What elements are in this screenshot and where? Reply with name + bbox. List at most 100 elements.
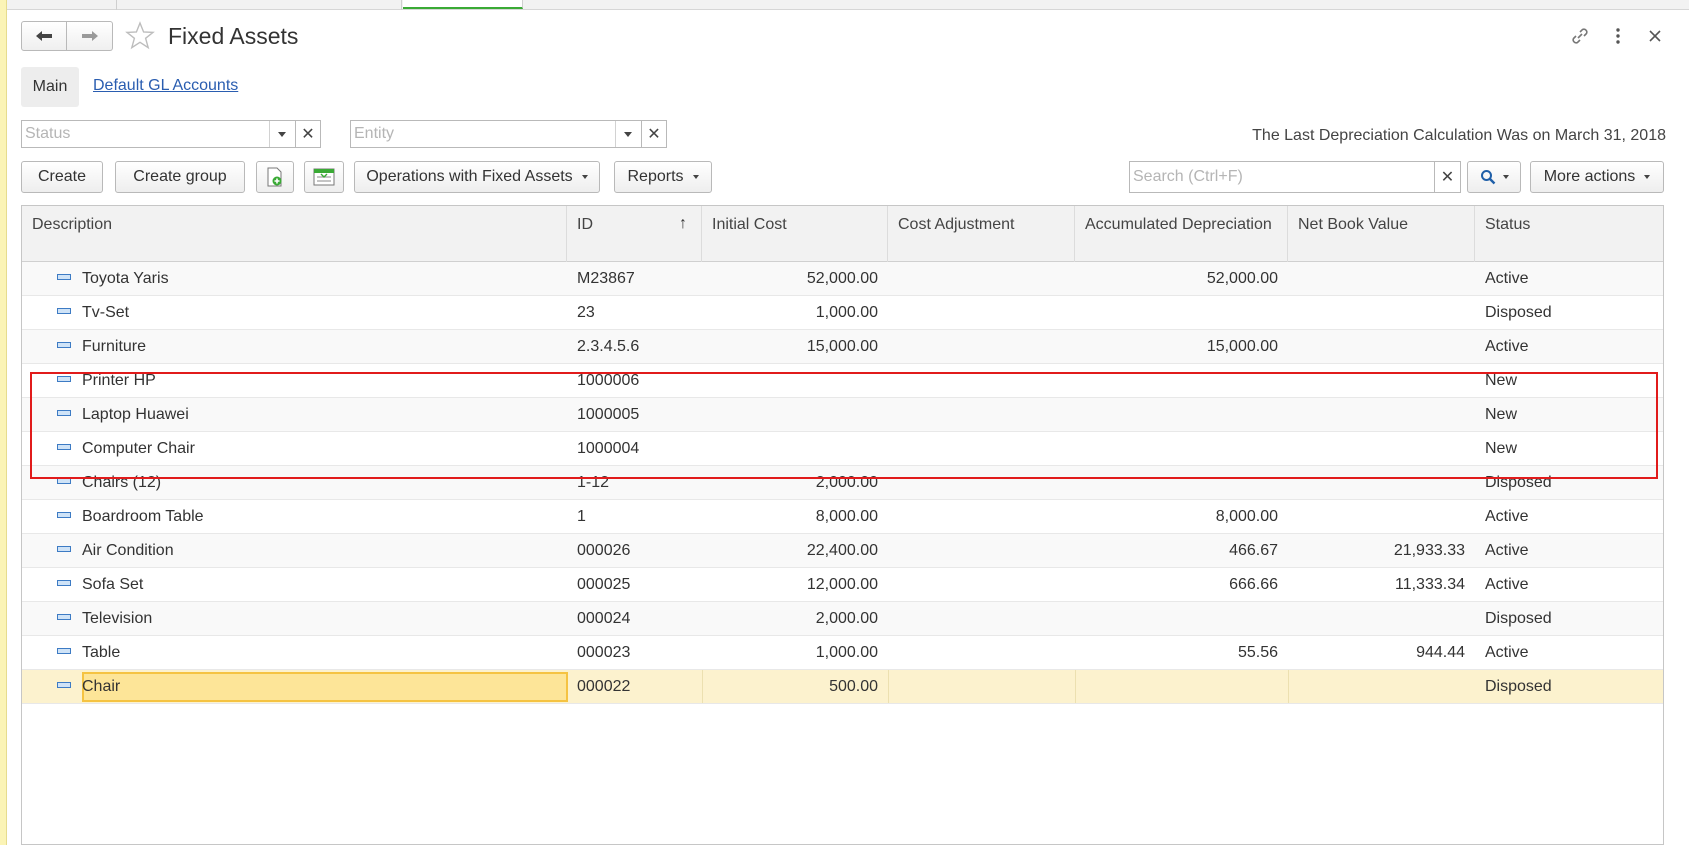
column-header-status[interactable]: Status (1475, 206, 1663, 262)
column-header-cost-adjustment[interactable]: Cost Adjustment (888, 206, 1075, 262)
cell-net-book-value (1288, 602, 1475, 635)
cell-net-book-value (1288, 670, 1475, 703)
cell-description: Air Condition (82, 542, 174, 559)
search-field[interactable]: ✕ (1129, 161, 1461, 193)
column-header-id-label: ID (577, 216, 593, 233)
forward-button[interactable] (67, 21, 113, 51)
row-item-icon (57, 648, 71, 654)
create-button[interactable]: Create (21, 161, 103, 193)
status-input[interactable] (22, 121, 262, 147)
cell-cost-adjustment (888, 398, 1075, 431)
cell-accumulated-depreciation: 15,000.00 (1206, 338, 1278, 355)
cell-description: Chairs (12) (82, 474, 162, 491)
link-button[interactable] (1568, 24, 1592, 48)
status-clear-button[interactable]: ✕ (295, 121, 320, 147)
cell-initial-cost: 2,000.00 (815, 474, 878, 491)
more-actions-label: More actions (1543, 168, 1636, 185)
table-row[interactable]: Table 000023 1,000.00 55.56 944.44 Active (22, 636, 1663, 670)
tab-main[interactable]: Main (21, 67, 79, 107)
clear-icon: ✕ (647, 126, 661, 143)
cell-accumulated-depreciation: 666.66 (1229, 576, 1278, 593)
cell-accumulated-depreciation: 466.67 (1229, 542, 1278, 559)
cell-description: Boardroom Table (82, 508, 204, 525)
cell-initial-cost: 1,000.00 (815, 644, 878, 661)
cell-net-book-value (1288, 500, 1475, 533)
form-list-icon (313, 168, 335, 186)
back-button[interactable] (21, 21, 67, 51)
entity-filter-field[interactable]: ✕ (350, 120, 667, 148)
create-with-copy-button[interactable] (256, 161, 294, 193)
cell-description: Sofa Set (82, 576, 144, 593)
more-actions-button[interactable]: More actions (1530, 161, 1664, 193)
table-header: Description ID ↑ Initial Cost Cost Adjus… (22, 206, 1663, 262)
cell-net-book-value (1288, 262, 1475, 295)
cell-cost-adjustment (888, 670, 1075, 703)
tab-default-gl-accounts[interactable]: Default GL Accounts (93, 77, 238, 95)
table-row[interactable]: Laptop Huawei 1000005 New (22, 398, 1663, 432)
window-tab[interactable] (117, 0, 402, 10)
create-group-button[interactable]: Create group (115, 161, 245, 193)
table-row[interactable]: Sofa Set 000025 12,000.00 666.66 11,333.34 Ac… (22, 568, 1663, 602)
window-tab[interactable] (7, 0, 117, 10)
search-options-button[interactable] (1467, 161, 1521, 193)
cell-net-book-value (1288, 432, 1475, 465)
row-item-icon (57, 274, 71, 280)
cell-id: 1 (577, 508, 586, 525)
link-icon (1572, 28, 1588, 44)
table-row[interactable]: Printer HP 1000006 New (22, 364, 1663, 398)
status-filter-field[interactable]: ✕ (21, 120, 321, 148)
table-row-selected[interactable]: Chair 000022 500.00 Disposed (22, 670, 1663, 704)
table-row[interactable]: Furniture 2.3.4.5.6 15,000.00 15,000.00 Acti… (22, 330, 1663, 364)
table-row[interactable]: Tv-Set 23 1,000.00 Disposed (22, 296, 1663, 330)
cell-status: Active (1485, 542, 1529, 559)
cell-accumulated-depreciation: 55.56 (1237, 644, 1278, 661)
search-input[interactable] (1130, 162, 1430, 192)
cell-id: 2.3.4.5.6 (577, 338, 640, 355)
table-row[interactable]: Computer Chair 1000004 New (22, 432, 1663, 466)
column-header-initial-cost[interactable]: Initial Cost (702, 206, 888, 262)
column-header-net-book-value[interactable]: Net Book Value (1288, 206, 1475, 262)
column-header-id[interactable]: ID ↑ (567, 206, 702, 262)
form-list-button[interactable] (304, 161, 344, 193)
close-window-button[interactable] (1643, 24, 1667, 48)
table-row[interactable]: Boardroom Table 1 8,000.00 8,000.00 Active (22, 500, 1663, 534)
kebab-menu-icon (1616, 28, 1620, 44)
close-icon (1649, 30, 1661, 42)
table-row[interactable]: Television 000024 2,000.00 Disposed (22, 602, 1663, 636)
cell-id: 1-12 (577, 474, 610, 491)
operations-with-fixed-assets-button[interactable]: Operations with Fixed Assets (354, 161, 600, 193)
menu-button[interactable] (1606, 24, 1630, 48)
cell-id: 23 (577, 304, 595, 321)
table-row[interactable]: Chairs (12) 1-12 2,000.00 Disposed (22, 466, 1663, 500)
cell-status: Active (1485, 644, 1529, 661)
search-clear-button[interactable]: ✕ (1434, 162, 1460, 192)
cell-net-book-value (1288, 296, 1475, 329)
last-depreciation-note: The Last Depreciation Calculation Was on… (1252, 127, 1666, 144)
cell-initial-cost: 12,000.00 (806, 576, 878, 593)
forward-arrow-icon (81, 31, 98, 41)
cell-status: New (1485, 440, 1518, 457)
cell-initial-cost: 15,000.00 (806, 338, 878, 355)
column-header-accumulated-depreciation[interactable]: Accumulated Depreciation (1075, 206, 1288, 262)
cell-accumulated-depreciation (1075, 364, 1288, 397)
cell-net-book-value (1288, 466, 1475, 499)
table-row[interactable]: Toyota Yaris M23867 52,000.00 52,000.00 Acti… (22, 262, 1663, 296)
row-item-icon (57, 478, 71, 484)
row-item-icon (57, 444, 71, 450)
favorite-button[interactable] (125, 21, 155, 51)
sort-ascending-icon: ↑ (679, 215, 687, 232)
chevron-down-icon (581, 175, 588, 179)
reports-button[interactable]: Reports (614, 161, 712, 193)
cell-accumulated-depreciation: 52,000.00 (1206, 270, 1278, 287)
column-header-description[interactable]: Description (22, 206, 567, 262)
clear-icon: ✕ (1440, 169, 1455, 186)
window-tab-active[interactable] (403, 0, 523, 9)
entity-clear-button[interactable]: ✕ (641, 121, 666, 147)
status-dropdown-button[interactable] (269, 121, 294, 147)
table-row[interactable]: Air Condition 000026 22,400.00 466.67 21,933… (22, 534, 1663, 568)
entity-dropdown-button[interactable] (615, 121, 640, 147)
row-item-icon (57, 342, 71, 348)
entity-input[interactable] (351, 121, 611, 147)
cell-id: 1000005 (577, 406, 640, 423)
cell-status: Disposed (1485, 678, 1552, 695)
